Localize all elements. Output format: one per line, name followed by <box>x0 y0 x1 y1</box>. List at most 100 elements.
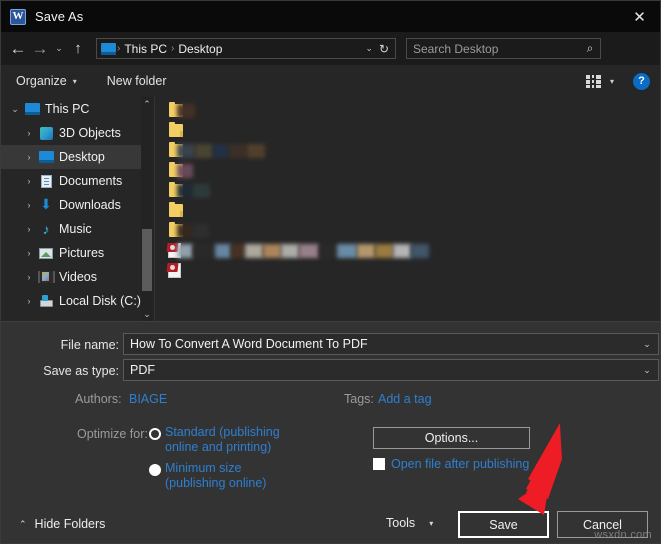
sidebar-item-music[interactable]: › ♪ Music <box>1 217 153 241</box>
save-as-type-value[interactable]: PDF <box>124 363 636 377</box>
redacted-filename <box>319 244 337 258</box>
pdf-icon <box>168 263 181 278</box>
redacted-filename <box>213 144 229 158</box>
search-input[interactable] <box>407 41 580 57</box>
recent-locations-icon[interactable]: ⌄ <box>51 37 67 61</box>
twisty-icon[interactable]: › <box>21 296 37 306</box>
sidebar-item-3d-objects[interactable]: › 3D Objects <box>1 121 153 145</box>
hide-folders-button[interactable]: ⌃ Hide Folders <box>19 517 105 531</box>
list-item[interactable] <box>155 201 661 221</box>
open-after-publishing-checkbox[interactable] <box>373 458 385 470</box>
list-item[interactable] <box>155 221 661 241</box>
tags-value[interactable]: Add a tag <box>378 392 432 406</box>
list-item[interactable] <box>155 101 661 121</box>
refresh-icon[interactable]: ↻ <box>379 42 395 56</box>
redacted-filename <box>215 244 231 258</box>
chevron-down-icon[interactable]: ⌄ <box>636 365 658 376</box>
authors-value[interactable]: BIAGE <box>129 392 167 406</box>
options-button[interactable]: Options... <box>373 427 530 449</box>
tools-button[interactable]: Tools ▾ <box>386 516 433 530</box>
redacted-filename <box>177 164 193 178</box>
radio-minimum-label-line2: (publishing online) <box>165 476 266 490</box>
twisty-icon[interactable]: › <box>21 176 37 186</box>
sidebar-item-label: Videos <box>55 270 97 284</box>
twisty-icon[interactable]: › <box>21 224 37 234</box>
redacted-filename <box>177 184 193 198</box>
monitor-icon <box>37 151 55 163</box>
cube-icon <box>37 127 55 140</box>
redacted-filename <box>263 244 281 258</box>
sidebar-item-pictures[interactable]: › Pictures <box>1 241 153 265</box>
sidebar-item-label: Desktop <box>55 150 105 164</box>
list-item[interactable] <box>155 161 661 181</box>
search-icon[interactable]: ⌕ <box>580 41 600 56</box>
redacted-filename <box>281 244 299 258</box>
title-bar: W Save As ✕ <box>1 1 661 32</box>
scrollbar-thumb[interactable] <box>142 229 152 291</box>
list-item[interactable] <box>155 241 661 261</box>
sidebar-item-this-pc[interactable]: ⌄ This PC <box>1 97 153 121</box>
redacted-filename <box>411 244 429 258</box>
twisty-icon[interactable]: ⌄ <box>7 104 23 115</box>
organize-button[interactable]: Organize ▾ <box>9 70 84 92</box>
radio-minimum-size[interactable] <box>149 464 161 476</box>
chevron-down-icon[interactable]: ⌄ <box>636 339 658 350</box>
twisty-icon[interactable]: › <box>21 272 37 282</box>
organize-label: Organize <box>16 74 67 88</box>
open-after-publishing-label[interactable]: Open file after publishing <box>391 457 529 471</box>
chevron-down-icon: ▾ <box>610 77 614 86</box>
file-list[interactable] <box>154 97 661 321</box>
redacted-filename <box>177 144 195 158</box>
save-button[interactable]: Save <box>458 511 549 538</box>
chevron-down-icon: ▾ <box>429 519 433 528</box>
radio-standard[interactable] <box>149 428 161 440</box>
radio-minimum-size-label[interactable]: Minimum size (publishing online) <box>165 461 266 491</box>
redacted-filename <box>177 104 195 118</box>
redacted-filename <box>229 144 247 158</box>
file-name-combo[interactable]: How To Convert A Word Document To PDF ⌄ <box>123 333 659 355</box>
redacted-filename <box>357 244 375 258</box>
twisty-icon[interactable]: › <box>21 128 37 138</box>
toolbar: Organize ▾ New folder ▾ ? <box>1 65 661 97</box>
chevron-up-icon: ⌃ <box>19 519 27 530</box>
sidebar-item-downloads[interactable]: › ⬇ Downloads <box>1 193 153 217</box>
sidebar-item-label: Local Disk (C:) <box>55 294 141 308</box>
radio-standard-label[interactable]: Standard (publishing online and printing… <box>165 425 280 455</box>
sidebar-item-videos[interactable]: › Videos <box>1 265 153 289</box>
search-box[interactable]: ⌕ <box>406 38 601 59</box>
tags-label: Tags: <box>344 392 374 406</box>
new-folder-button[interactable]: New folder <box>100 70 174 92</box>
list-item[interactable] <box>155 121 661 141</box>
up-icon[interactable]: ↑ <box>67 37 89 61</box>
download-icon: ⬇ <box>37 199 55 212</box>
radio-standard-label-line1: Standard (publishing <box>165 425 280 439</box>
close-icon[interactable]: ✕ <box>617 1 661 32</box>
twisty-icon[interactable]: › <box>21 152 37 162</box>
redacted-filename <box>393 244 411 258</box>
document-icon <box>37 175 55 188</box>
chevron-down-icon[interactable]: ⌄ <box>359 43 379 54</box>
scroll-up-icon[interactable]: ⌃ <box>141 97 153 111</box>
redacted-filename <box>177 224 193 238</box>
help-icon[interactable]: ? <box>633 73 650 90</box>
scroll-down-icon[interactable]: ⌄ <box>141 307 153 321</box>
twisty-icon[interactable]: › <box>21 200 37 210</box>
navigation-pane-scrollbar[interactable]: ⌃ ⌄ <box>141 97 153 321</box>
view-mode-button[interactable]: ▾ <box>579 71 621 92</box>
folder-icon <box>169 204 183 217</box>
sidebar-item-local-disk[interactable]: › Local Disk (C:) <box>1 289 153 313</box>
twisty-icon[interactable]: › <box>21 248 37 258</box>
forward-icon[interactable]: → <box>29 37 51 61</box>
sidebar-item-desktop[interactable]: › Desktop <box>1 145 153 169</box>
address-bar[interactable]: › This PC › Desktop ⌄ ↻ <box>96 38 396 59</box>
back-icon[interactable]: ← <box>7 37 29 61</box>
breadcrumb-desktop[interactable]: Desktop <box>175 42 225 56</box>
file-name-input[interactable]: How To Convert A Word Document To PDF <box>124 337 636 351</box>
save-as-type-combo[interactable]: PDF ⌄ <box>123 359 659 381</box>
breadcrumb-this-pc[interactable]: This PC <box>121 42 170 56</box>
list-item[interactable] <box>155 141 661 161</box>
list-item[interactable] <box>155 181 661 201</box>
tools-label: Tools <box>386 516 415 530</box>
list-item[interactable] <box>155 261 661 281</box>
sidebar-item-documents[interactable]: › Documents <box>1 169 153 193</box>
